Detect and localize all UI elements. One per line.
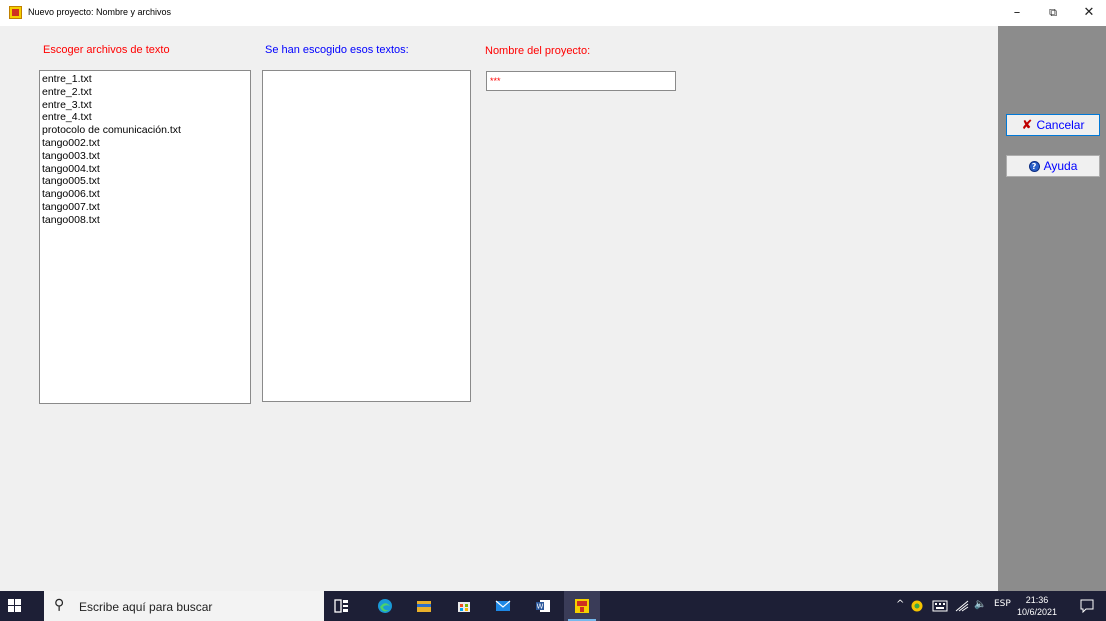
available-file-item[interactable]: tango004.txt (40, 163, 250, 176)
volume-icon[interactable]: 🔈 (974, 599, 986, 610)
available-file-item[interactable]: tango007.txt (40, 201, 250, 214)
minimize-button[interactable]: – (1000, 0, 1034, 26)
chosen-files-list[interactable] (262, 70, 471, 402)
available-files-label: Escoger archivos de texto (43, 44, 170, 56)
tray-chevron-icon[interactable]: ^ (896, 599, 904, 610)
word-icon[interactable]: W (535, 598, 551, 614)
clock-date: 10/6/2021 (1016, 607, 1058, 617)
restore-button[interactable]: ⧉ (1036, 0, 1070, 26)
network-icon[interactable] (955, 600, 969, 612)
help-button[interactable]: ? Ayuda (1006, 155, 1100, 177)
project-name-label: Nombre del proyecto: (485, 45, 591, 57)
taskbar-search-box[interactable]: ⚲ Escribe aquí para buscar (44, 591, 324, 621)
search-icon: ⚲ (54, 597, 65, 613)
cancel-button-label: Cancelar (1036, 118, 1085, 132)
aqd-app-icon (575, 599, 589, 613)
available-file-item[interactable]: entre_4.txt (40, 111, 250, 124)
project-name-input[interactable] (486, 71, 676, 91)
available-file-item[interactable]: entre_3.txt (40, 99, 250, 112)
store-icon[interactable] (456, 598, 472, 614)
window-title: Nuevo proyecto: Nombre y archivos (28, 7, 172, 17)
available-file-item[interactable]: tango005.txt (40, 175, 250, 188)
available-files-list[interactable]: entre_1.txt entre_2.txt entre_3.txt entre_4… (39, 70, 251, 404)
language-indicator[interactable]: ESP (994, 599, 1011, 609)
app-icon (9, 6, 22, 19)
notifications-icon[interactable] (1080, 599, 1094, 613)
help-icon: ? (1028, 160, 1040, 172)
available-file-item[interactable]: tango003.txt (40, 150, 250, 163)
available-file-item[interactable]: tango008.txt (40, 214, 250, 227)
tray-app-icon[interactable] (911, 600, 923, 612)
windows-start-icon[interactable] (8, 599, 22, 613)
taskbar: ⚲ Escribe aquí para buscar W ^ 🔈 ESP 21:… (0, 591, 1106, 621)
available-file-item[interactable]: tango006.txt (40, 188, 250, 201)
available-file-item[interactable]: entre_1.txt (40, 73, 250, 86)
available-file-item[interactable]: protocolo de comunicación.txt (40, 124, 250, 137)
mail-icon[interactable] (495, 598, 511, 614)
help-button-label: Ayuda (1043, 159, 1078, 173)
cancel-button[interactable]: ✘ Cancelar (1006, 114, 1100, 136)
main-content: Escoger archivos de texto Se han escogid… (0, 26, 998, 591)
side-panel: ✘ Cancelar ? Ayuda (998, 26, 1106, 591)
available-file-item[interactable]: tango002.txt (40, 137, 250, 150)
active-app-highlight[interactable] (564, 591, 600, 621)
cancel-x-icon: ✘ (1021, 117, 1033, 133)
title-bar: Nuevo proyecto: Nombre y archivos – ⧉ ✕ (0, 0, 1106, 26)
keyboard-icon[interactable] (932, 600, 948, 612)
svg-text:W: W (537, 603, 544, 611)
task-view-icon[interactable] (334, 598, 350, 614)
search-placeholder: Escribe aquí para buscar (79, 600, 213, 614)
chosen-files-label: Se han escogido esos textos: (265, 44, 409, 56)
available-file-item[interactable]: entre_2.txt (40, 86, 250, 99)
file-explorer-icon[interactable] (416, 598, 432, 614)
edge-icon[interactable] (377, 598, 393, 614)
clock[interactable]: 21:36 10/6/2021 (1016, 594, 1058, 618)
close-button[interactable]: ✕ (1072, 0, 1106, 26)
clock-time: 21:36 (1025, 595, 1049, 605)
